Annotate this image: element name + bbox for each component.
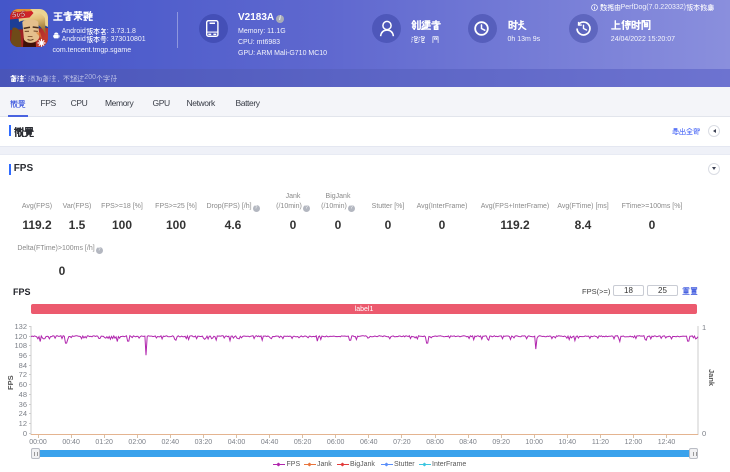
svg-text:5v5: 5v5 [12,10,26,20]
